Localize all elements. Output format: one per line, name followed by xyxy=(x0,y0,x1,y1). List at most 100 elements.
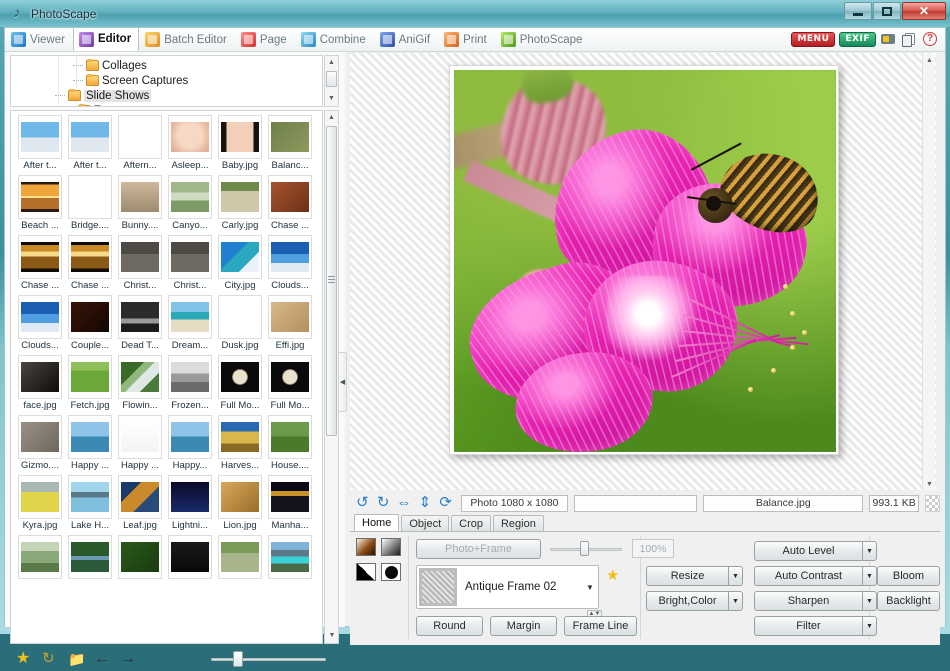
scroll-up-icon[interactable]: ▲ xyxy=(325,56,338,69)
thumbnail-item[interactable]: Chase ... xyxy=(15,235,65,292)
frame-line-button[interactable]: Frame Line xyxy=(564,616,637,636)
frame-opacity-slider[interactable] xyxy=(550,545,622,553)
thumbnail-item[interactable]: Happy ... xyxy=(65,415,115,472)
auto-level-dropdown-icon[interactable]: ▼ xyxy=(862,541,877,561)
tab-region[interactable]: Region xyxy=(493,515,544,531)
chevron-down-icon[interactable]: ▼ xyxy=(582,583,598,592)
back-icon[interactable]: ← xyxy=(94,651,112,667)
thumbnail-item[interactable]: City.jpg xyxy=(215,235,265,292)
frame-selector[interactable]: Antique Frame 02 ▼ xyxy=(416,565,599,609)
scroll-down-icon[interactable]: ▼ xyxy=(923,478,936,490)
copy-icon[interactable] xyxy=(901,31,918,47)
auto-contrast-button[interactable]: Auto Contrast xyxy=(754,566,862,586)
thumbnail-item[interactable]: Happy... xyxy=(165,415,215,472)
thumbnail-item[interactable]: Clouds... xyxy=(265,235,315,292)
thumbnail-item[interactable]: Dusk.jpg xyxy=(215,295,265,352)
tree-node-collages[interactable]: Collages xyxy=(73,58,147,73)
bloom-button[interactable]: Bloom xyxy=(877,566,940,586)
menu-badge[interactable]: MENU xyxy=(791,32,835,47)
thumbnail-item[interactable]: After t... xyxy=(15,115,65,172)
thumbnail-item[interactable]: Couple... xyxy=(65,295,115,352)
tab-combine[interactable]: Combine xyxy=(295,28,374,51)
margin-button[interactable]: Margin xyxy=(490,616,557,636)
exif-badge[interactable]: EXIF xyxy=(839,32,876,47)
resize-dropdown-icon[interactable]: ▼ xyxy=(728,566,743,586)
thumbnail-item[interactable]: Balanc... xyxy=(265,115,315,172)
photo-frame-button[interactable]: Photo+Frame xyxy=(416,539,541,559)
slider-thumb[interactable] xyxy=(580,541,589,556)
tab-editor[interactable]: Editor xyxy=(73,28,139,51)
open-folder-icon[interactable]: 📁 xyxy=(68,651,86,667)
thumbnail-size-slider[interactable] xyxy=(211,655,326,663)
panel-splitter-handle[interactable]: ◀ xyxy=(338,352,347,412)
thumbnail-item[interactable]: Manha... xyxy=(265,475,315,532)
spot-dark-swatch[interactable] xyxy=(381,563,401,581)
thumbnail-item[interactable]: Clouds... xyxy=(15,295,65,352)
help-icon[interactable]: ? xyxy=(922,31,939,47)
forward-icon[interactable]: → xyxy=(120,651,138,667)
redo-icon[interactable]: ↻ xyxy=(376,495,391,512)
tab-page[interactable]: Page xyxy=(235,28,295,51)
thumbnail-grid[interactable]: After t...After t...Aftern...Asleep...Ba… xyxy=(10,110,323,644)
thumbnail-item[interactable]: Canyo... xyxy=(165,175,215,232)
thumbnail-item[interactable]: face.jpg xyxy=(15,355,65,412)
auto-contrast-dropdown-icon[interactable]: ▼ xyxy=(862,566,877,586)
tab-home[interactable]: Home xyxy=(354,514,399,531)
thumbnail-item[interactable] xyxy=(15,535,65,580)
undo-icon[interactable]: ↺ xyxy=(355,495,370,512)
tab-photoscape[interactable]: PhotoScape xyxy=(495,28,591,51)
tree-node-slide-shows[interactable]: Slide Shows xyxy=(55,88,151,103)
close-button[interactable]: ✕ xyxy=(902,2,946,20)
thumbnail-item[interactable]: Full Mo... xyxy=(215,355,265,412)
tab-batch-editor[interactable]: Batch Editor xyxy=(139,28,235,51)
thumbnail-item[interactable]: Happy ... xyxy=(115,415,165,472)
thumbnail-item[interactable]: Baby.jpg xyxy=(215,115,265,172)
thumbnail-item[interactable]: Chase ... xyxy=(265,175,315,232)
thumbnail-item[interactable]: Lion.jpg xyxy=(215,475,265,532)
diagonal-split-swatch[interactable] xyxy=(356,563,376,581)
thumbnail-item[interactable] xyxy=(265,535,315,580)
image-canvas[interactable]: ▲ ▼ xyxy=(350,53,936,490)
scroll-up-icon[interactable]: ▲ xyxy=(325,111,338,124)
minimize-button[interactable] xyxy=(844,2,872,20)
thumbnail-item[interactable]: Lightni... xyxy=(165,475,215,532)
refresh-icon[interactable]: ↻ xyxy=(42,651,60,667)
canvas-scrollbar[interactable]: ▲ ▼ xyxy=(922,54,935,490)
flip-horizontal-icon[interactable]: ⇔ xyxy=(397,495,412,512)
tree-node-screen-captures[interactable]: Screen Captures xyxy=(73,73,188,88)
tab-print[interactable]: Print xyxy=(438,28,495,51)
scroll-thumb[interactable] xyxy=(326,71,337,87)
thumbnail-item[interactable]: Dream... xyxy=(165,295,215,352)
thumbnail-item[interactable]: House.... xyxy=(265,415,315,472)
thumbnail-item[interactable]: Beach ... xyxy=(15,175,65,232)
tab-anigif[interactable]: AniGif xyxy=(374,28,438,51)
thumbnail-item[interactable]: Bunny.... xyxy=(115,175,165,232)
thumbnail-item[interactable]: Kyra.jpg xyxy=(15,475,65,532)
tab-object[interactable]: Object xyxy=(401,515,449,531)
thumbnail-item[interactable] xyxy=(215,535,265,580)
thumbnail-item[interactable]: Christ... xyxy=(115,235,165,292)
screen-capture-icon[interactable] xyxy=(880,31,897,47)
bright-color-button[interactable]: Bright,Color xyxy=(646,591,728,611)
vignette-gray-swatch[interactable] xyxy=(381,538,401,556)
tree-scrollbar[interactable]: ▲ ▼ xyxy=(324,55,339,107)
filter-dropdown-icon[interactable]: ▼ xyxy=(862,616,877,636)
thumbnail-item[interactable]: Carly.jpg xyxy=(215,175,265,232)
tab-viewer[interactable]: Viewer xyxy=(5,28,73,51)
thumbnail-item[interactable]: Full Mo... xyxy=(265,355,315,412)
thumbnail-item[interactable]: Fetch.jpg xyxy=(65,355,115,412)
thumbnail-scrollbar[interactable]: ▲ ▼ xyxy=(324,110,339,644)
thumbnail-item[interactable]: Chase ... xyxy=(65,235,115,292)
sharpen-button[interactable]: Sharpen xyxy=(754,591,862,611)
scroll-up-icon[interactable]: ▲ xyxy=(923,54,936,67)
tab-crop[interactable]: Crop xyxy=(451,515,491,531)
thumbnail-item[interactable]: Christ... xyxy=(165,235,215,292)
vignette-sepia-swatch[interactable] xyxy=(356,538,376,556)
thumbnail-item[interactable]: Flowin... xyxy=(115,355,165,412)
scroll-down-icon[interactable]: ▼ xyxy=(326,629,338,642)
expand-icon[interactable]: + xyxy=(53,106,62,107)
thumbnail-item[interactable]: Gizmo.... xyxy=(15,415,65,472)
frame-favorite-icon[interactable]: ★ xyxy=(606,568,622,584)
auto-level-button[interactable]: Auto Level xyxy=(754,541,862,561)
thumbnail-item[interactable]: Lake H... xyxy=(65,475,115,532)
